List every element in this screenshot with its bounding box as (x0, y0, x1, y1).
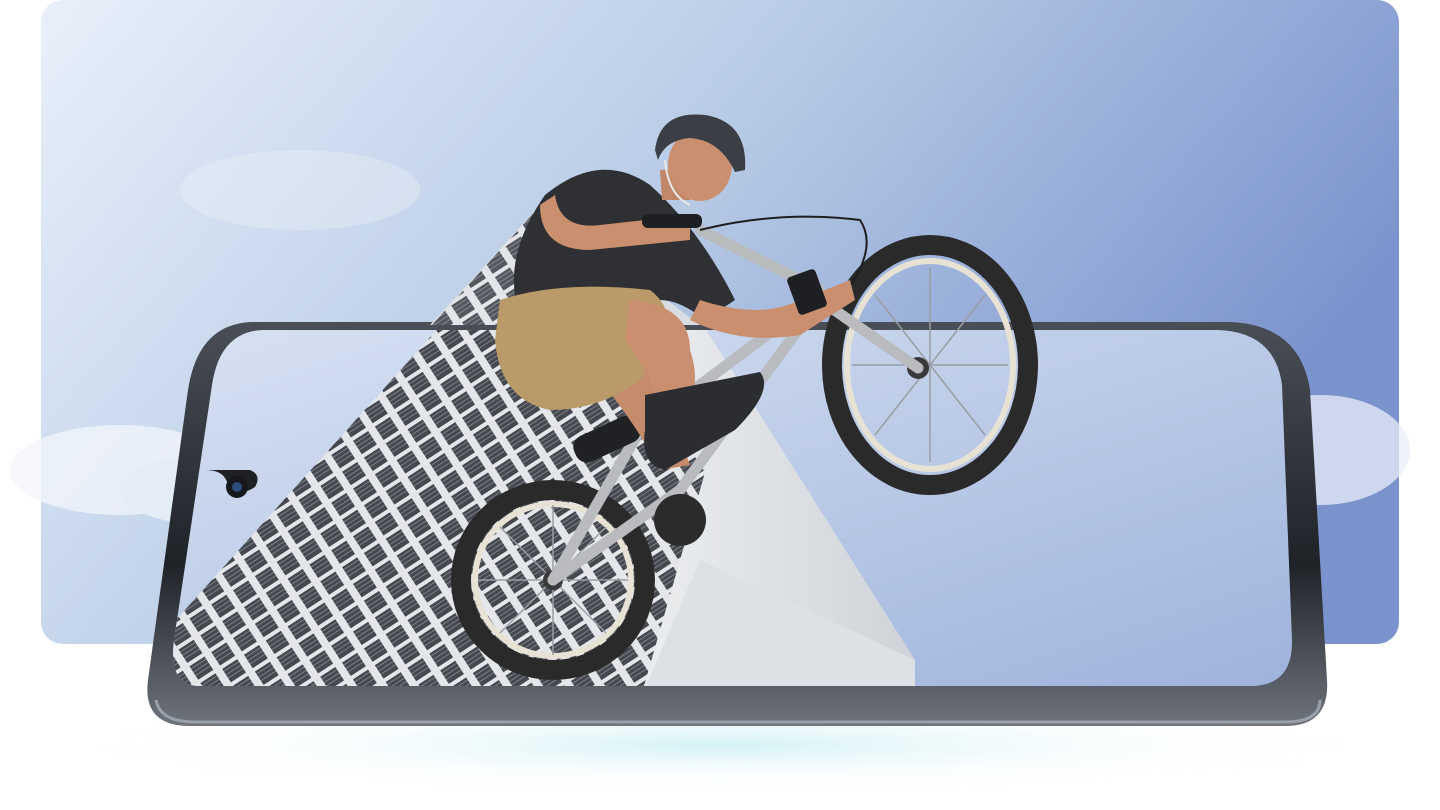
front-wheel (822, 235, 1038, 495)
hero-illustration (10, 0, 1410, 790)
chainring (654, 494, 706, 546)
handlebar-grip (642, 214, 702, 228)
product-hero (0, 0, 1440, 810)
